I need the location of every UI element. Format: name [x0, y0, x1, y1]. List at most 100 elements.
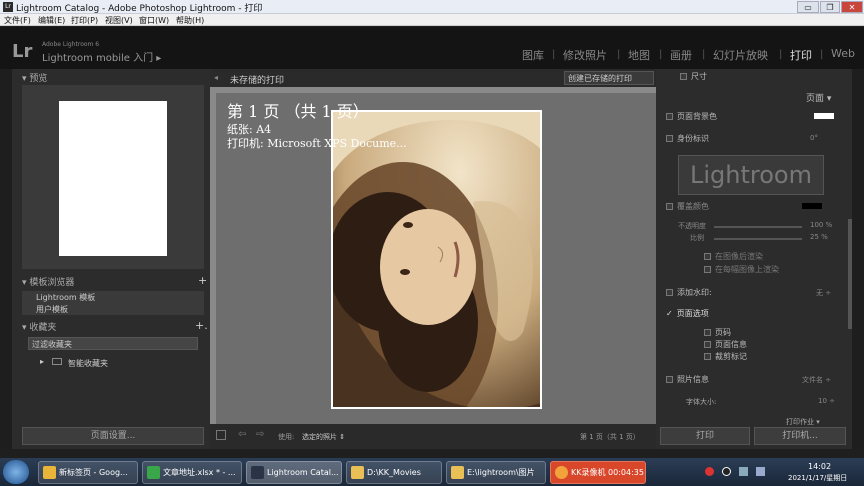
- tray-app-icon[interactable]: [705, 467, 714, 476]
- next-page-icon[interactable]: ⇨: [256, 429, 264, 440]
- minimize-button[interactable]: ▭: [797, 1, 819, 13]
- template-item-user[interactable]: 用户模板: [36, 304, 68, 315]
- print-button[interactable]: 打印: [660, 427, 750, 445]
- identity-row[interactable]: 身份标识: [666, 133, 709, 144]
- font-size-select[interactable]: 10 ÷: [818, 397, 835, 405]
- watermark-select[interactable]: 无 ÷: [816, 288, 831, 298]
- taskbar-lightroom[interactable]: Lightroom Catal...: [246, 461, 342, 484]
- page-bg-swatch[interactable]: [814, 113, 834, 119]
- module-develop[interactable]: 修改照片: [563, 47, 607, 63]
- taskbar-folder-movies[interactable]: D:\KK_Movies: [346, 461, 442, 484]
- render-behind-checkbox[interactable]: [704, 253, 711, 260]
- doc-title: 未存储的打印: [230, 76, 285, 86]
- add-template-icon[interactable]: +: [198, 274, 207, 287]
- center-toolbar: ⇦ ⇨ 使用: 选定的照片 ⇕ 第 1 页（共 1 页）: [210, 424, 656, 449]
- menu-print[interactable]: 打印(P): [71, 15, 98, 26]
- module-print[interactable]: 打印: [790, 47, 812, 63]
- identity-label: 身份标识: [677, 134, 709, 143]
- tray-network-icon[interactable]: [739, 467, 748, 476]
- scale-label: 比例: [690, 234, 704, 242]
- photo-info-checkbox[interactable]: [666, 376, 673, 383]
- page-bg-row[interactable]: 页面背景色: [666, 111, 717, 122]
- mobile-link[interactable]: Lightroom mobile 入门 ▸: [42, 49, 161, 64]
- size-checkbox[interactable]: [680, 73, 687, 80]
- print-job-header[interactable]: 打印作业 ▾: [786, 417, 820, 427]
- menu-help[interactable]: 帮助(H): [176, 15, 204, 26]
- page-numbers-checkbox[interactable]: [704, 329, 711, 336]
- module-map[interactable]: 地图: [628, 47, 650, 63]
- page-info-row[interactable]: 页面信息: [704, 339, 747, 350]
- menu-view[interactable]: 视图(V): [105, 15, 133, 26]
- template-item-lightroom[interactable]: Lightroom 模板: [36, 292, 95, 303]
- menu-file[interactable]: 文件(F): [4, 15, 31, 26]
- smart-collection-chevron-icon[interactable]: ▸: [40, 357, 44, 366]
- tray-volume-icon[interactable]: [756, 467, 765, 476]
- right-edge-strip[interactable]: [852, 69, 864, 449]
- maximize-button[interactable]: ❐: [820, 1, 840, 13]
- preview-header[interactable]: ▾ 预览: [22, 71, 47, 85]
- collections-header[interactable]: ▾ 收藏夹: [22, 320, 56, 334]
- taskbar-excel[interactable]: 文章地址.xlsx * - ...: [142, 461, 242, 484]
- module-book[interactable]: 画册: [670, 47, 692, 63]
- menu-window[interactable]: 窗口(W): [139, 15, 169, 26]
- menu-edit[interactable]: 编辑(E): [38, 15, 65, 26]
- checkmark-icon[interactable]: ✓: [666, 309, 673, 318]
- module-separator: |: [659, 49, 663, 60]
- page-info-checkbox[interactable]: [704, 341, 711, 348]
- render-behind-row[interactable]: 在图像后渲染: [704, 251, 763, 262]
- watermark-row[interactable]: 添加水印:: [666, 287, 712, 298]
- use-select[interactable]: 选定的照片 ⇕: [302, 432, 345, 442]
- identity-checkbox[interactable]: [666, 135, 673, 142]
- page-options-row[interactable]: ✓ 页面选项: [666, 308, 709, 319]
- photo-info-row[interactable]: 照片信息: [666, 374, 709, 385]
- template-browser-header[interactable]: ▾ 模板浏览器: [22, 275, 74, 289]
- taskbar-recorder[interactable]: KK录像机 00:04:35: [550, 461, 646, 484]
- override-color-checkbox[interactable]: [666, 203, 673, 210]
- right-panel: 尺寸 页面 ▾ 页面背景色 身份标识 0° Lightroom 覆盖颜色 不透明…: [656, 69, 852, 449]
- module-library[interactable]: 图库: [522, 47, 544, 63]
- module-slideshow[interactable]: 幻灯片放映: [713, 47, 768, 63]
- watermark-label: 添加水印:: [677, 288, 712, 297]
- photo-cell[interactable]: [331, 110, 542, 409]
- identity-angle[interactable]: 0°: [810, 134, 818, 142]
- photo-info-select[interactable]: 文件名 ÷: [802, 375, 831, 385]
- page-bg-checkbox[interactable]: [666, 113, 673, 120]
- clock-date[interactable]: 2021/1/17/星期日: [788, 473, 847, 483]
- taskbar-lightroom-label: Lightroom Catal...: [267, 468, 339, 477]
- crop-marks-row[interactable]: 裁剪标记: [704, 351, 747, 362]
- opacity-slider[interactable]: [714, 226, 802, 228]
- page-numbers-row[interactable]: 页码: [704, 327, 731, 338]
- page-numbers-label: 页码: [715, 328, 731, 337]
- scale-value[interactable]: 25 %: [810, 233, 828, 241]
- override-color-row[interactable]: 覆盖颜色: [666, 201, 709, 212]
- close-button[interactable]: ✕: [841, 1, 863, 13]
- clock-time[interactable]: 14:02: [808, 462, 831, 471]
- left-edge-strip[interactable]: [0, 69, 12, 449]
- taskbar-folder-images[interactable]: E:\lightroom\图片: [446, 461, 546, 484]
- scale-slider[interactable]: [714, 238, 802, 240]
- module-web[interactable]: Web: [831, 47, 855, 60]
- size-row[interactable]: 尺寸: [680, 71, 707, 82]
- smart-collection-item[interactable]: 智能收藏夹: [68, 358, 108, 369]
- tray-qq-icon[interactable]: [722, 467, 731, 476]
- render-each-row[interactable]: 在每幅图像上渲染: [704, 264, 779, 275]
- start-button[interactable]: [3, 460, 29, 484]
- prev-page-icon[interactable]: ⇦: [238, 429, 246, 440]
- printer-button[interactable]: 打印机...: [754, 427, 846, 445]
- preview-paper: [59, 101, 167, 256]
- override-color-swatch[interactable]: [802, 203, 822, 209]
- select-box-icon[interactable]: [216, 430, 226, 440]
- watermark-checkbox[interactable]: [666, 289, 673, 296]
- crop-marks-checkbox[interactable]: [704, 353, 711, 360]
- identity-plate-preview[interactable]: Lightroom: [678, 155, 824, 195]
- save-print-label: 创建已存储的打印: [568, 74, 632, 83]
- collapse-left-icon[interactable]: ◂: [214, 73, 218, 82]
- panel-scrollbar[interactable]: [848, 219, 852, 329]
- taskbar-chrome[interactable]: 新标签页 - Goog...: [38, 461, 138, 484]
- opacity-value[interactable]: 100 %: [810, 221, 832, 229]
- render-each-checkbox[interactable]: [704, 266, 711, 273]
- module-header: Lr Adobe Lightroom 6 Lightroom mobile 入门…: [0, 27, 864, 69]
- page-section-header[interactable]: 页面 ▾: [806, 91, 831, 104]
- page-setup-button[interactable]: 页面设置...: [22, 427, 204, 445]
- add-collection-icon[interactable]: +.: [195, 319, 208, 332]
